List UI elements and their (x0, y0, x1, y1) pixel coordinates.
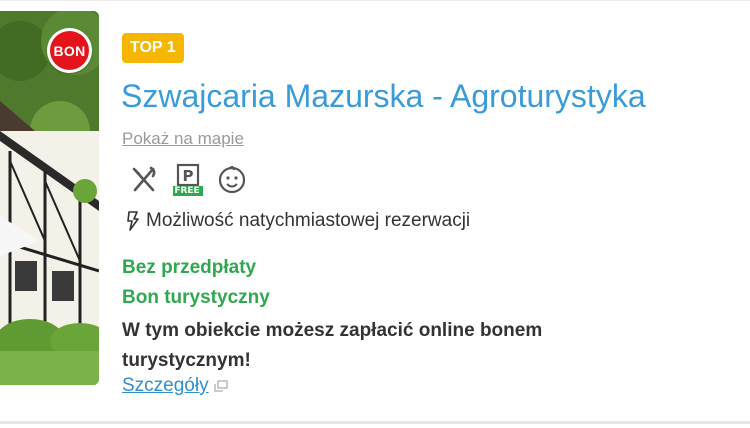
listing-title[interactable]: Szwajcaria Mazurska - Agroturystyka (121, 78, 646, 115)
parking-free-label: FREE (174, 186, 200, 196)
external-window-icon (214, 380, 228, 392)
listing-photo[interactable]: BON (0, 11, 99, 385)
details-link[interactable]: Szczegóły (122, 375, 228, 397)
no-prepayment-text: Bez przedpłaty (122, 257, 257, 278)
voucher-description: W tym obiekcie możesz zapłacić online bo… (122, 320, 543, 371)
top-rank-badge: TOP 1 (122, 33, 184, 63)
parking-icon: P FREE (172, 162, 204, 196)
kids-icon (216, 162, 248, 196)
restaurant-icon (128, 162, 160, 196)
tourist-voucher-text: Bon turystyczny (122, 287, 270, 308)
instant-booking: Możliwość natychmiastowej rezerwacji (126, 210, 470, 232)
bon-badge: BON (47, 28, 92, 73)
bon-badge-label: BON (50, 31, 89, 70)
lightning-icon (127, 211, 139, 231)
svg-text:P: P (183, 167, 194, 185)
listing-card: BON TOP 1 Szwajcaria Mazurska - Agrotury… (0, 0, 750, 424)
details-link-label: Szczegóły (122, 375, 209, 396)
show-on-map-link[interactable]: Pokaż na mapie (122, 129, 244, 149)
amenities-list: P FREE (128, 161, 248, 197)
instant-booking-text: Możliwość natychmiastowej rezerwacji (146, 210, 471, 231)
